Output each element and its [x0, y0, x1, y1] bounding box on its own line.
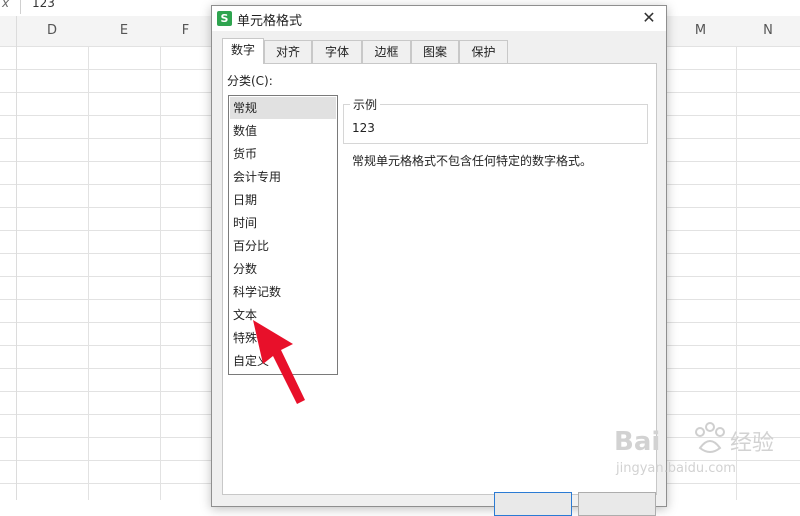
svg-text:Bai: Bai: [614, 427, 660, 457]
dialog-titlebar[interactable]: S 单元格格式 ✕: [212, 6, 666, 31]
grid-line: [16, 16, 17, 500]
column-header-e[interactable]: E: [88, 16, 160, 47]
sample-group: 示例 123: [343, 96, 648, 144]
column-header-d[interactable]: D: [16, 16, 88, 47]
category-item-general[interactable]: 常规: [230, 97, 336, 119]
sample-value: 123: [352, 121, 375, 135]
dialog-title: 单元格格式: [237, 14, 303, 29]
category-label: 分类(C):: [227, 74, 273, 88]
category-item-date[interactable]: 日期: [233, 189, 333, 211]
category-item-time[interactable]: 时间: [233, 212, 333, 234]
tab-protection[interactable]: 保护: [459, 40, 508, 63]
close-button[interactable]: ✕: [638, 7, 660, 29]
category-item-percentage[interactable]: 百分比: [233, 235, 333, 257]
annotation-arrow-icon: [253, 320, 305, 404]
tab-border[interactable]: 边框: [362, 40, 411, 63]
format-description: 常规单元格格式不包含任何特定的数字格式。: [352, 154, 593, 168]
tab-number[interactable]: 数字: [222, 38, 264, 64]
baidu-jingyan-watermark: Bai 经验 jingyan.baidu.com: [614, 422, 774, 476]
column-header-f[interactable]: F: [160, 16, 211, 47]
fx-icon: x: [2, 0, 10, 10]
row-header-corner: [0, 16, 16, 47]
sample-label: 示例: [350, 96, 381, 113]
format-cells-dialog: S 单元格格式 ✕ 数字 对齐 字体 边框 图案 保护 分类(C): 常规 数值…: [211, 5, 667, 516]
tab-alignment[interactable]: 对齐: [264, 40, 312, 63]
category-item-number[interactable]: 数值: [233, 120, 333, 142]
tab-pattern[interactable]: 图案: [411, 40, 459, 63]
category-item-accounting[interactable]: 会计专用: [233, 166, 333, 188]
svg-text:经验: 经验: [730, 431, 774, 456]
wps-app-icon: S: [217, 11, 232, 26]
svg-text:jingyan.baidu.com: jingyan.baidu.com: [615, 461, 736, 476]
category-item-fraction[interactable]: 分数: [233, 258, 333, 280]
tab-font[interactable]: 字体: [312, 40, 362, 63]
formula-value: 123: [32, 0, 55, 10]
number-tab-panel: 分类(C): 常规 数值 货币 会计专用 日期 时间 百分比 分数 科学记数 文…: [222, 63, 657, 495]
column-header-m[interactable]: M: [665, 16, 736, 47]
category-item-currency[interactable]: 货币: [233, 143, 333, 165]
ok-button[interactable]: [494, 492, 572, 516]
column-header-n[interactable]: N: [736, 16, 800, 47]
cancel-button[interactable]: [578, 492, 656, 516]
